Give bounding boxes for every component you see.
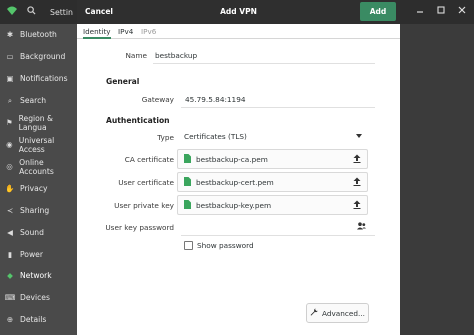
- settings-sidebar: ✱ Bluetooth ▭ Background ▣ Notifications ⌕ S…: [0, 24, 77, 335]
- search-icon[interactable]: [27, 6, 36, 18]
- background-icon: ▭: [6, 52, 14, 61]
- user-key-password-label: User key password: [105, 223, 174, 232]
- notifications-icon: ▣: [6, 74, 14, 83]
- ca-certificate-label: CA certificate: [124, 155, 174, 164]
- upload-icon[interactable]: [353, 177, 361, 188]
- sound-icon: ◀: [7, 228, 13, 237]
- name-field-underline: [153, 63, 375, 64]
- online-accounts-icon: ◎: [6, 162, 13, 171]
- show-password-label: Show password: [197, 241, 254, 250]
- user-private-key-filename: bestbackup-key.pem: [196, 200, 272, 210]
- authentication-heading: Authentication: [106, 116, 170, 125]
- sidebar-item-network[interactable]: ◆ Network: [0, 265, 77, 286]
- gateway-field-underline: [181, 107, 375, 108]
- search-icon: ⌕: [7, 95, 13, 105]
- file-icon: [184, 199, 191, 211]
- region-icon: ⚑: [5, 118, 13, 127]
- file-icon: [184, 176, 191, 188]
- wrench-icon: [310, 308, 318, 318]
- password-field-underline: [181, 235, 375, 236]
- type-dropdown[interactable]: Certificates (TLS): [177, 130, 368, 144]
- tab-ipv6[interactable]: IPv6: [141, 27, 156, 36]
- minimize-icon[interactable]: [416, 6, 424, 17]
- tab-bar: Identity IPv4 IPv6: [77, 24, 400, 39]
- user-certificate-file-button[interactable]: bestbackup-cert.pem: [177, 172, 368, 192]
- ca-certificate-file-button[interactable]: bestbackup-ca.pem: [177, 149, 368, 169]
- privacy-icon: ✋: [5, 184, 15, 193]
- type-label: Type: [157, 133, 174, 142]
- dialog-title: Add VPN: [220, 7, 257, 16]
- gateway-field[interactable]: 45.79.5.84:1194: [185, 95, 245, 104]
- add-button[interactable]: Add: [360, 2, 396, 21]
- sidebar-item-sharing[interactable]: ≺ Sharing: [0, 200, 77, 221]
- type-selected-value: Certificates (TLS): [184, 132, 247, 141]
- upload-icon[interactable]: [353, 154, 361, 165]
- tab-identity[interactable]: Identity: [83, 27, 111, 39]
- close-icon[interactable]: [458, 6, 466, 17]
- user-private-key-label: User private key: [114, 201, 174, 210]
- sidebar-item-universal-access[interactable]: ◉ Universal Access: [0, 134, 77, 155]
- advanced-button[interactable]: Advanced...: [306, 303, 369, 323]
- file-icon: [184, 153, 191, 165]
- gateway-label: Gateway: [141, 95, 174, 104]
- sidebar-item-notifications[interactable]: ▣ Notifications: [0, 68, 77, 89]
- sidebar-item-bluetooth[interactable]: ✱ Bluetooth: [0, 24, 77, 45]
- sidebar-item-details[interactable]: ⊕ Details: [0, 309, 77, 330]
- sharing-icon: ≺: [6, 206, 14, 215]
- tab-ipv4[interactable]: IPv4: [118, 27, 133, 36]
- sidebar-item-sound[interactable]: ◀ Sound: [0, 222, 77, 243]
- sidebar-item-search[interactable]: ⌕ Search: [0, 90, 77, 111]
- password-options-icon[interactable]: [357, 222, 366, 232]
- sidebar-item-online-accounts[interactable]: ◎ Online Accounts: [0, 156, 77, 177]
- details-icon: ⊕: [6, 315, 14, 324]
- sidebar-item-power[interactable]: ▮ Power: [0, 244, 77, 265]
- bluetooth-icon: ✱: [6, 30, 14, 39]
- sidebar-item-privacy[interactable]: ✋ Privacy: [0, 178, 77, 199]
- network-icon: ◆: [7, 271, 13, 280]
- add-vpn-dialog: Cancel Add VPN Add Identity IPv4 IPv6 Na…: [77, 0, 400, 335]
- sidebar-item-devices[interactable]: ⌨ Devices: [0, 287, 77, 308]
- dialog-headerbar: Cancel Add VPN Add: [77, 0, 400, 24]
- maximize-icon[interactable]: [437, 6, 445, 17]
- show-password-checkbox[interactable]: [184, 241, 193, 250]
- settings-title: Settin: [50, 8, 73, 17]
- user-certificate-filename: bestbackup-cert.pem: [196, 177, 274, 187]
- user-certificate-label: User certificate: [118, 178, 174, 187]
- wifi-icon[interactable]: [6, 5, 18, 19]
- ca-certificate-filename: bestbackup-ca.pem: [196, 154, 268, 164]
- devices-icon: ⌨: [4, 293, 16, 302]
- name-label: Name: [125, 51, 147, 60]
- name-field[interactable]: bestbackup: [155, 51, 197, 60]
- user-private-key-file-button[interactable]: bestbackup-key.pem: [177, 195, 368, 215]
- power-icon: ▮: [7, 250, 13, 259]
- sidebar-item-region[interactable]: ⚑ Region & Langua: [0, 112, 77, 133]
- upload-icon[interactable]: [353, 200, 361, 211]
- general-heading: General: [106, 77, 140, 86]
- sidebar-item-background[interactable]: ▭ Background: [0, 46, 77, 67]
- chevron-down-icon: [356, 134, 362, 138]
- settings-content-backdrop: [400, 24, 474, 335]
- universal-access-icon: ◉: [6, 140, 13, 149]
